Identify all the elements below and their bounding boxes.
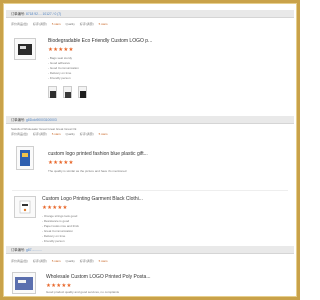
product-thumbnail[interactable] xyxy=(14,38,36,60)
review-text-line: - Friendly person xyxy=(48,76,71,80)
review-text-line: - Good Communication xyxy=(48,66,79,70)
order-label: 订单编号 xyxy=(11,12,25,16)
review-text-line: - Good adhesive xyxy=(48,61,71,65)
review-text-line: - Delivery on time xyxy=(42,234,66,238)
order-number-link[interactable]: 8718 92.... 10127 / 0 (7) xyxy=(26,12,61,16)
review-text-line: - Paper looks nice and thick xyxy=(42,224,79,228)
order-label: 订单编号 xyxy=(11,118,25,122)
order-header: 订单编号: g8Dolo90003100003 xyxy=(6,116,294,124)
order-number-link[interactable]: g87........... xyxy=(26,248,42,252)
rating-meta: 评价商品(给) 好评(满意) 5 stars Quality 好评(满意) 5 … xyxy=(6,130,116,136)
order-number-link[interactable]: g8Dolo90003100003 xyxy=(26,118,57,122)
review-text-line: - Bags seal sturdy xyxy=(48,56,73,60)
meta-value: 好评(满意) xyxy=(79,22,94,26)
review-text-line: - Friendly person xyxy=(42,239,65,243)
star-rating: ★★★★★ xyxy=(48,47,74,53)
review-text-line: - Resistance is good xyxy=(42,219,70,223)
review-text-line: The quality is similar as the picture an… xyxy=(48,169,127,173)
meta-stars: 5 stars xyxy=(98,22,108,26)
product-title-link[interactable]: Custom Logo Printing Garment Black Cloth… xyxy=(42,196,182,202)
review-photo[interactable] xyxy=(63,86,72,98)
meta-value: 好评(满意) xyxy=(32,22,47,26)
order-header: 订单编号: 8718 92.... 10127 / 0 (7) xyxy=(6,10,294,18)
meta-value: 好评(满意) xyxy=(32,259,47,263)
review-text-line: - Delivery on time xyxy=(48,71,72,75)
order-header: 订单编号: g87........... xyxy=(6,246,294,254)
meta-value: 好评(满意) xyxy=(79,259,94,263)
product-thumbnail[interactable] xyxy=(14,196,36,218)
meta-stars: 5 stars xyxy=(51,132,61,136)
order-label: 订单编号 xyxy=(11,248,25,252)
meta-label: 评价商品(给) xyxy=(11,22,28,26)
review-list: 订单编号: 8718 92.... 10127 / 0 (7) 评价商品(给) … xyxy=(6,6,294,294)
star-rating: ★★★★★ xyxy=(48,160,74,166)
review-text-line: - Orange strings look good xyxy=(42,214,78,218)
product-image-icon xyxy=(20,150,30,166)
rating-meta: 评价商品(给) 好评(满意) 5 stars Quality 好评(满意) 5 … xyxy=(6,257,116,263)
product-title-link[interactable]: Wholesale Custom LOGO Printed Poly Posta… xyxy=(46,274,186,280)
product-thumbnail[interactable] xyxy=(16,146,34,170)
review-photo[interactable] xyxy=(78,86,87,98)
meta-label: Quality xyxy=(65,132,75,136)
meta-label: Quality xyxy=(65,259,75,263)
meta-value: 好评(满意) xyxy=(79,132,94,136)
review-photo[interactable] xyxy=(48,86,57,98)
meta-stars: 5 stars xyxy=(98,132,108,136)
product-title-link[interactable]: custom logo printed fashion blue plastic… xyxy=(48,151,188,157)
meta-stars: 5 stars xyxy=(98,259,108,263)
meta-label: Quality xyxy=(65,22,75,26)
product-image-icon xyxy=(15,277,33,290)
product-thumbnail[interactable] xyxy=(12,272,36,294)
meta-label: 评价商品(给) xyxy=(11,132,28,136)
star-rating: ★★★★★ xyxy=(46,283,72,289)
product-title-link[interactable]: Biodegradable Eco Friendly Custom LOGO p… xyxy=(48,38,188,44)
product-image-icon xyxy=(18,44,32,55)
review-text-line: Good product quality and good services, … xyxy=(46,290,120,294)
star-rating: ★★★★★ xyxy=(42,205,68,211)
product-image-icon xyxy=(19,200,31,214)
meta-stars: 5 stars xyxy=(51,22,61,26)
rating-meta: 评价商品(给) 好评(满意) 5 stars Quality 好评(满意) 5 … xyxy=(6,20,116,26)
meta-label: 评价商品(给) xyxy=(11,259,28,263)
meta-value: 好评(满意) xyxy=(32,132,47,136)
meta-stars: 5 stars xyxy=(51,259,61,263)
review-text-line: - Great Communication xyxy=(42,229,74,233)
item-divider xyxy=(12,190,288,191)
